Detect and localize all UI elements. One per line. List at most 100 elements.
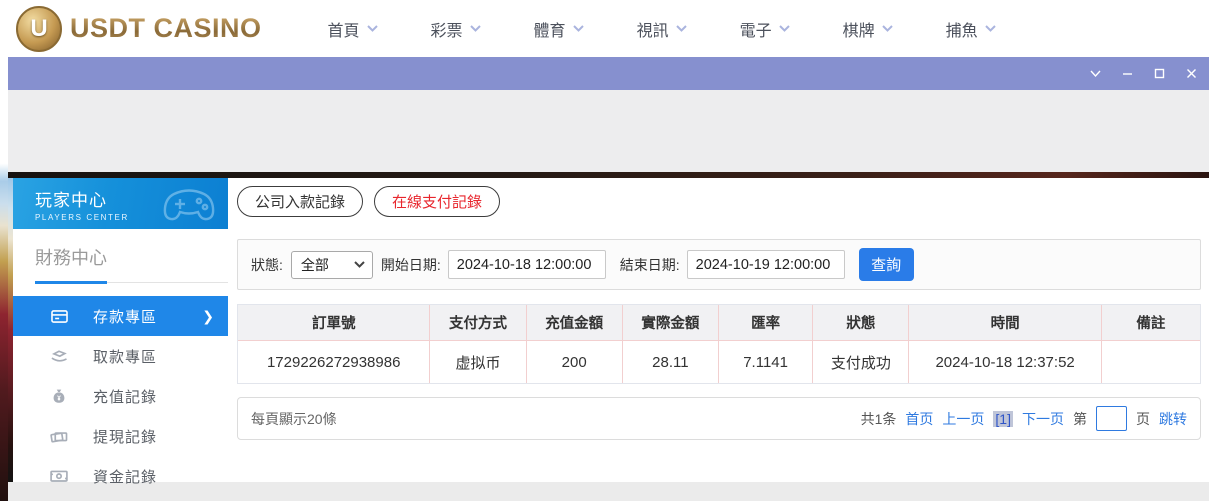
cell-recharge-amount: 200 <box>527 341 623 383</box>
nav-item-board-games[interactable]: 棋牌 <box>843 17 893 41</box>
chevron-down-icon <box>470 25 481 32</box>
main-menu: 首頁 彩票 體育 視訊 電子 棋牌 <box>328 17 996 41</box>
close-icon <box>1185 67 1198 80</box>
start-date-label: 開始日期: <box>381 255 441 275</box>
tab-online-payment-records[interactable]: 在線支付記錄 <box>374 186 500 217</box>
col-time: 時間 <box>909 305 1101 341</box>
nav-item-slots[interactable]: 電子 <box>740 17 790 41</box>
total-count-text: 共1条 <box>861 409 897 429</box>
nav-label: 捕魚 <box>946 17 978 41</box>
nav-label: 電子 <box>740 17 772 41</box>
nav-label: 棋牌 <box>843 17 875 41</box>
site-navbar: U USDT CASINO 首頁 彩票 體育 視訊 電子 <box>0 0 1209 57</box>
sidebar-item-withdrawal-records[interactable]: 提現記錄 <box>13 416 228 456</box>
chevron-down-icon <box>367 25 378 32</box>
sidebar-menu: 存款專區 ❯ 取款專區 充值記錄 <box>13 296 228 496</box>
cell-status: 支付成功 <box>813 341 909 383</box>
chevron-down-icon <box>354 261 365 268</box>
gamepad-icon <box>160 184 218 224</box>
payment-records-table: 訂單號 支付方式 充值金額 實際金額 匯率 狀態 時間 備註 172922627… <box>237 304 1201 384</box>
filter-bar: 狀態: 全部 開始日期: 結束日期: 查詢 <box>237 239 1201 290</box>
status-select-value: 全部 <box>301 255 329 275</box>
nav-label: 首頁 <box>328 17 360 41</box>
cell-time: 2024-10-18 12:37:52 <box>909 341 1101 383</box>
sidebar-item-recharge-records[interactable]: 充值記錄 <box>13 376 228 416</box>
chevron-down-icon <box>779 25 790 32</box>
sidebar-item-label: 充值記錄 <box>93 386 157 407</box>
jump-button[interactable]: 跳转 <box>1159 409 1187 429</box>
site-logo[interactable]: U USDT CASINO <box>16 6 262 52</box>
start-date-input[interactable] <box>448 250 606 279</box>
nav-label: 體育 <box>534 17 566 41</box>
status-select[interactable]: 全部 <box>291 251 373 279</box>
sidebar-item-label: 資金記錄 <box>93 466 157 487</box>
minimize-icon <box>1121 67 1134 80</box>
page-jump-input[interactable] <box>1096 406 1127 431</box>
moneybag-icon <box>49 386 69 406</box>
chevron-down-icon <box>573 25 584 32</box>
jump-prefix-label: 第 <box>1073 409 1087 429</box>
col-status: 狀態 <box>813 305 909 341</box>
nav-item-live[interactable]: 視訊 <box>637 17 687 41</box>
record-tabs: 公司入款記錄 在線支付記錄 <box>237 186 1201 217</box>
window-close-button[interactable] <box>1184 66 1199 81</box>
wallet-notes-icon <box>49 426 69 446</box>
pagination-controls: 共1条 首页 上一页 [1] 下一页 第 页 跳转 <box>861 406 1187 431</box>
prev-page-link[interactable]: 上一页 <box>942 409 984 429</box>
cell-remark <box>1102 341 1200 383</box>
records-panel: 公司入款記錄 在線支付記錄 狀態: 全部 開始日期: 結束日期: 查詢 <box>228 178 1209 482</box>
sidebar-item-label: 存款專區 <box>93 306 157 327</box>
background-photo-edge <box>0 57 8 501</box>
pagination-bar: 每頁顯示20條 共1条 首页 上一页 [1] 下一页 第 页 跳转 <box>237 397 1201 440</box>
nav-item-lottery[interactable]: 彩票 <box>431 17 481 41</box>
cell-exchange-rate: 7.1141 <box>719 341 813 383</box>
window-maximize-button[interactable] <box>1152 66 1167 81</box>
col-order-number: 訂單號 <box>238 305 430 341</box>
nav-item-sports[interactable]: 體育 <box>534 17 584 41</box>
nav-label: 彩票 <box>431 17 463 41</box>
end-date-input[interactable] <box>687 250 845 279</box>
chevron-down-icon <box>985 25 996 32</box>
end-date-label: 結束日期: <box>620 255 680 275</box>
finance-center-heading: 財務中心 <box>35 244 228 270</box>
nav-item-fishing[interactable]: 捕魚 <box>946 17 996 41</box>
logo-letter: U <box>30 15 47 43</box>
status-label: 狀態: <box>251 255 283 275</box>
maximize-icon <box>1153 67 1166 80</box>
col-actual-amount: 實際金額 <box>623 305 719 341</box>
cell-actual-amount: 28.11 <box>623 341 719 383</box>
window-titlebar <box>8 57 1209 90</box>
col-payment-method: 支付方式 <box>430 305 526 341</box>
nav-label: 視訊 <box>637 17 669 41</box>
col-recharge-amount: 充值金額 <box>527 305 623 341</box>
col-remark: 備註 <box>1102 305 1200 341</box>
cell-payment-method: 虚拟币 <box>430 341 526 383</box>
sidebar-item-deposit[interactable]: 存款專區 ❯ <box>13 296 228 336</box>
window-minimize-button[interactable] <box>1120 66 1135 81</box>
jump-suffix-label: 页 <box>1136 409 1150 429</box>
table-header-row: 訂單號 支付方式 充值金額 實際金額 匯率 狀態 時間 備註 <box>238 305 1200 341</box>
next-page-link[interactable]: 下一页 <box>1022 409 1064 429</box>
sidebar-item-funds-records[interactable]: 資金記錄 <box>13 456 228 496</box>
nav-item-home[interactable]: 首頁 <box>328 17 378 41</box>
banknote-icon <box>49 466 69 486</box>
chevron-down-icon <box>1089 67 1102 80</box>
player-center-window: 玩家中心 PLAYERS CENTER 財務中心 <box>8 57 1209 501</box>
sidebar-item-label: 提現記錄 <box>93 426 157 447</box>
first-page-link[interactable]: 首页 <box>905 409 933 429</box>
logo-coin-icon: U <box>16 6 62 52</box>
table-row: 1729226272938986 虚拟币 200 28.11 7.1141 支付… <box>238 341 1200 383</box>
screen: U USDT CASINO 首頁 彩票 體育 視訊 電子 <box>0 0 1209 501</box>
chevron-right-icon: ❯ <box>202 308 214 325</box>
withdraw-hand-icon <box>49 346 69 366</box>
tab-company-deposit-records[interactable]: 公司入款記錄 <box>237 186 363 217</box>
sidebar-header: 玩家中心 PLAYERS CENTER <box>13 178 228 229</box>
page-size-text: 每頁顯示20條 <box>251 409 337 429</box>
col-exchange-rate: 匯率 <box>719 305 813 341</box>
query-button[interactable]: 查詢 <box>859 248 914 281</box>
chevron-down-icon <box>882 25 893 32</box>
sidebar-item-withdraw[interactable]: 取款專區 <box>13 336 228 376</box>
window-collapse-button[interactable] <box>1088 66 1103 81</box>
cell-order-number: 1729226272938986 <box>238 341 430 383</box>
logo-text: USDT CASINO <box>70 13 262 44</box>
